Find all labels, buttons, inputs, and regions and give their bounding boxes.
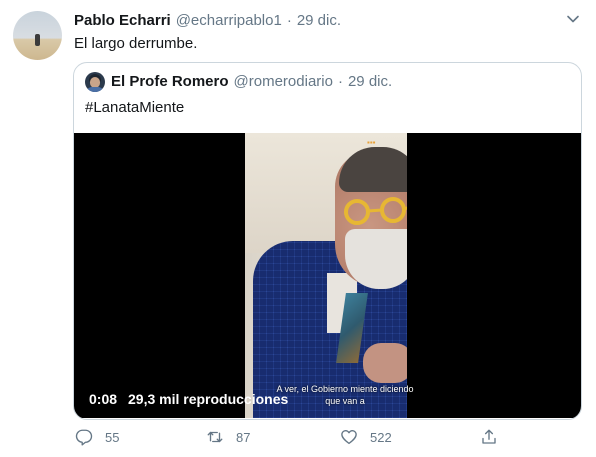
- quoted-tweet[interactable]: El Profe Romero @romerodiario · 29 dic. …: [73, 62, 582, 420]
- tweet-actions: 55 87 522: [0, 424, 596, 452]
- tweet-text: El largo derrumbe.: [74, 35, 198, 52]
- reply-icon: [75, 429, 93, 446]
- tweet-date[interactable]: 29 dic.: [297, 12, 341, 29]
- quoted-hashtag[interactable]: #LanataMiente: [85, 99, 184, 116]
- avatar[interactable]: [13, 11, 62, 60]
- retweet-button[interactable]: 87: [206, 424, 250, 450]
- video-views: 29,3 mil reproducciones: [128, 391, 289, 407]
- separator: ·: [286, 12, 292, 29]
- quoted-header: El Profe Romero @romerodiario · 29 dic.: [111, 73, 392, 90]
- video-player[interactable]: ▪▪▪ A ver, el Gobierno miente diciendo q…: [74, 133, 581, 418]
- like-button[interactable]: 522: [340, 424, 392, 450]
- quoted-author-name[interactable]: El Profe Romero: [111, 73, 229, 90]
- video-frame: ▪▪▪: [245, 133, 407, 418]
- chevron-down-icon[interactable]: [566, 12, 580, 26]
- quoted-separator: ·: [337, 73, 343, 90]
- quoted-avatar[interactable]: [85, 72, 105, 92]
- channel-logo: ▪▪▪: [367, 138, 376, 147]
- tweet[interactable]: Pablo Echarri @echarripablo1 · 29 dic. E…: [0, 0, 596, 457]
- heart-icon: [341, 430, 357, 445]
- quoted-author-handle[interactable]: @romerodiario: [234, 73, 333, 90]
- retweet-icon: [207, 431, 223, 443]
- like-count: 522: [370, 429, 392, 445]
- share-icon: [482, 429, 496, 444]
- tweet-header: Pablo Echarri @echarripablo1 · 29 dic.: [74, 12, 341, 32]
- video-subtitle: A ver, el Gobierno miente diciendo que v…: [276, 384, 414, 406]
- quoted-date[interactable]: 29 dic.: [348, 73, 392, 90]
- retweet-count: 87: [236, 429, 251, 445]
- author-name[interactable]: Pablo Echarri: [74, 12, 171, 29]
- share-button[interactable]: [480, 424, 510, 450]
- reply-button[interactable]: 55: [75, 424, 119, 450]
- reply-count: 55: [105, 429, 120, 445]
- video-time: 0:08: [89, 391, 118, 407]
- author-handle[interactable]: @echarripablo1: [176, 12, 282, 29]
